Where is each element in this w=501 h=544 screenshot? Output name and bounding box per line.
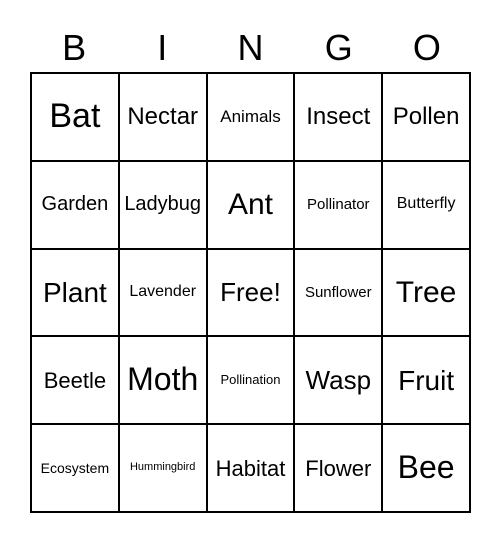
bingo-cell-label: Beetle — [43, 367, 107, 393]
bingo-cell[interactable]: Beetle — [32, 337, 120, 426]
bingo-cell[interactable]: Garden — [32, 161, 120, 250]
bingo-cell[interactable]: Pollen — [383, 74, 471, 162]
bingo-cell-label: Animals — [220, 106, 281, 126]
bingo-header-letter-n: N — [237, 27, 264, 68]
bingo-cell-label: Insect — [306, 103, 371, 131]
bingo-cell-label: Free! — [220, 276, 281, 307]
bingo-cell[interactable]: Fruit — [383, 337, 471, 426]
bingo-cell-label: Butterfly — [396, 195, 456, 213]
bingo-cell[interactable]: Pollinator — [295, 161, 384, 250]
bingo-cell[interactable]: Butterfly — [383, 161, 471, 250]
bingo-cell[interactable]: Plant — [32, 249, 120, 338]
bingo-card: B I N G O Bat Nectar Animals Insect Poll… — [0, 0, 501, 544]
bingo-cell-label: Ladybug — [124, 193, 202, 216]
bingo-cell[interactable]: Hummingbird — [119, 425, 208, 513]
bingo-cell-label: Wasp — [305, 364, 372, 395]
bingo-cell[interactable]: Sunflower — [295, 249, 384, 338]
bingo-cell[interactable]: Habitat — [207, 425, 296, 513]
bingo-grid: Bat Nectar Animals Insect Pollen Garden … — [30, 72, 471, 513]
bingo-header-row: B I N G O — [30, 24, 471, 72]
bingo-cell[interactable]: Flower — [295, 425, 384, 513]
bingo-cell-label: Garden — [41, 193, 109, 216]
bingo-cell[interactable]: Wasp — [295, 337, 384, 426]
bingo-cell-label: Flower — [305, 455, 372, 481]
bingo-cell-label: Bat — [49, 97, 101, 136]
bingo-cell-label: Hummingbird — [129, 461, 196, 474]
bingo-cell[interactable]: Animals — [207, 74, 296, 162]
bingo-cell-label: Ant — [227, 187, 273, 221]
bingo-cell[interactable]: Nectar — [119, 74, 208, 162]
bingo-cell[interactable]: Moth — [119, 337, 208, 426]
bingo-cell[interactable]: Ladybug — [119, 161, 208, 250]
bingo-cell-free-space[interactable]: Free! — [207, 249, 296, 338]
bingo-cell-label: Moth — [127, 361, 199, 398]
bingo-cell-label: Pollinator — [307, 195, 370, 213]
bingo-cell-label: Ecosystem — [40, 459, 110, 476]
bingo-cell-label: Pollen — [392, 103, 460, 131]
bingo-cell[interactable]: Pollination — [207, 337, 296, 426]
bingo-header-letter-g: G — [324, 27, 353, 68]
bingo-cell[interactable]: Ecosystem — [32, 425, 120, 513]
bingo-cell[interactable]: Tree — [383, 249, 471, 338]
bingo-cell-label: Bee — [397, 449, 455, 486]
bingo-header-letter-i: I — [157, 27, 168, 68]
bingo-cell[interactable]: Insect — [295, 74, 384, 162]
bingo-cell-label: Sunflower — [304, 283, 372, 301]
bingo-cell-label: Fruit — [398, 364, 455, 396]
bingo-cell[interactable]: Lavender — [119, 249, 208, 338]
bingo-cell[interactable]: Ant — [207, 161, 296, 250]
bingo-cell-label: Habitat — [215, 455, 286, 481]
bingo-header-letter-o: O — [412, 27, 441, 68]
bingo-cell-label: Plant — [42, 276, 107, 308]
bingo-cell-label: Tree — [395, 275, 457, 309]
bingo-header-letter-b: B — [62, 27, 87, 68]
bingo-cell-label: Lavender — [129, 283, 197, 301]
bingo-cell[interactable]: Bat — [32, 74, 120, 162]
bingo-cell[interactable]: Bee — [383, 425, 471, 513]
bingo-cell-label: Pollination — [220, 372, 281, 388]
bingo-cell-label: Nectar — [127, 103, 199, 131]
